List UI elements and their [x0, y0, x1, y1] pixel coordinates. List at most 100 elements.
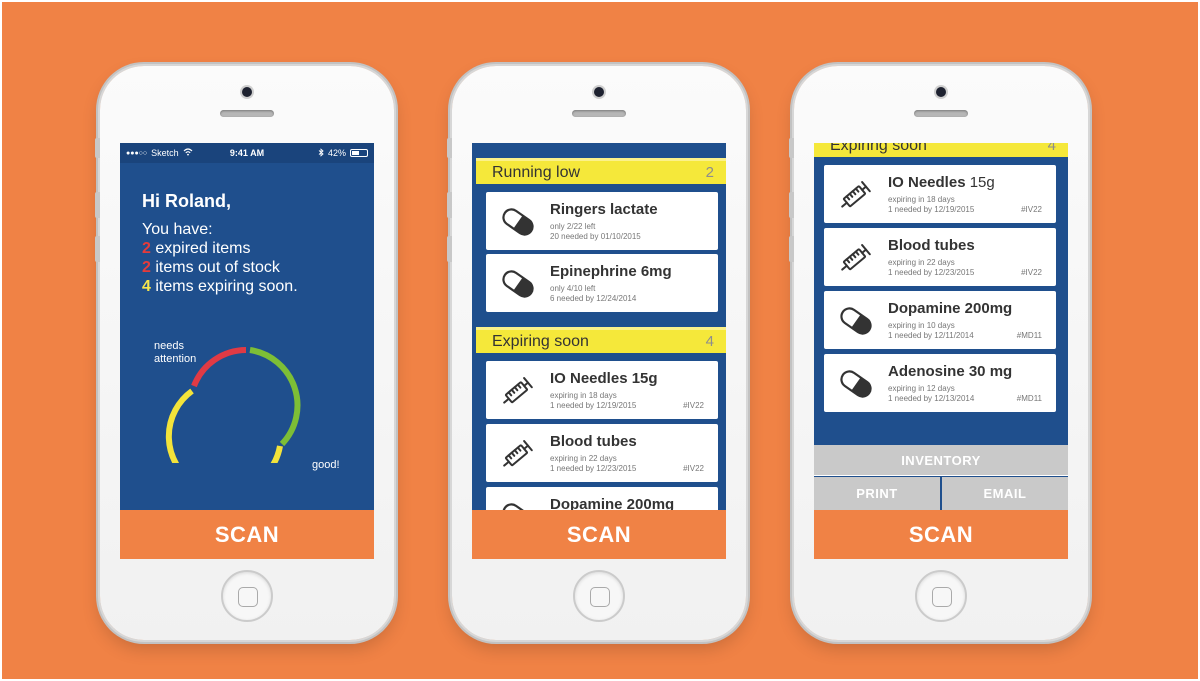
syringe-icon	[499, 440, 533, 471]
item-name: Blood tubes	[550, 433, 637, 450]
running-low-count: 2	[705, 164, 714, 181]
list-item[interactable]: Blood tubes expiring in 22 days 1 needed…	[824, 228, 1056, 286]
dashboard-screen: ●●●○○ Sketch 9:41 AM 42% Hi Roland, You …	[120, 143, 374, 559]
volume-up-button	[95, 192, 100, 218]
syringe-icon	[837, 244, 871, 275]
scan-button[interactable]: SCAN	[472, 510, 726, 559]
pill-icon	[837, 367, 875, 401]
earpiece-speaker	[914, 110, 968, 117]
item-needed: 1 needed by 12/19/2015	[550, 401, 637, 410]
item-name-main: IO Needles	[888, 174, 966, 191]
expiring-soon-count: 4	[1047, 143, 1056, 154]
list-item[interactable]: Epinephrine 6mg only 4/10 left 6 needed …	[486, 254, 718, 312]
item-needed: 1 needed by 12/19/2015	[888, 205, 975, 214]
item-tag: #IV22	[683, 401, 704, 410]
expiring-list-screen[interactable]: Expiring soon 4 IO Needles 15g expiring …	[814, 143, 1068, 559]
item-tag: #MD11	[1016, 394, 1042, 403]
print-button[interactable]: PRINT	[814, 477, 940, 510]
needs-attention-label-line2: attention	[154, 353, 197, 365]
expiring-soon-title: Expiring soon	[492, 332, 589, 350]
list-item[interactable]: Ringers lactate only 2/22 left 20 needed…	[486, 192, 718, 250]
earpiece-speaker	[572, 110, 626, 117]
good-label: good!	[312, 459, 340, 471]
item-needed: 1 needed by 12/13/2014	[888, 394, 975, 403]
volume-down-button	[789, 236, 794, 262]
item-tag: #MD11	[1016, 331, 1042, 340]
expiring-soon-header: Expiring soon 4	[814, 143, 1068, 157]
item-name: Dopamine 200mg	[888, 300, 1013, 317]
item-name: IO Needles 15g	[888, 174, 995, 191]
volume-down-button	[95, 236, 100, 262]
pill-icon	[499, 205, 537, 239]
running-low-header: Running low 2	[476, 158, 726, 184]
out-of-stock-text: items out of stock	[155, 259, 280, 276]
list-item[interactable]: Adenosine 30 mg expiring in 12 days 1 ne…	[824, 354, 1056, 412]
expiring-soon-header: Expiring soon 4	[476, 327, 726, 353]
item-detail: expiring in 18 days	[550, 391, 617, 400]
front-camera	[242, 87, 252, 97]
home-button	[221, 570, 273, 622]
running-low-title: Running low	[492, 163, 581, 181]
ring-segment-good	[249, 347, 301, 447]
mute-switch	[789, 138, 794, 158]
item-needed: 1 needed by 12/23/2015	[888, 268, 975, 277]
item-detail: expiring in 22 days	[550, 454, 617, 463]
item-name: IO Needles 15g	[550, 370, 658, 387]
ring-segment-needs-attention	[191, 347, 247, 388]
item-name: Adenosine 30 mg	[888, 363, 1013, 380]
needs-attention-label-line1: needs	[154, 340, 184, 352]
list-item[interactable]: Blood tubes expiring in 22 days 1 needed…	[486, 424, 718, 482]
status-time: 9:41 AM	[229, 148, 265, 158]
status-bar: ●●●○○ Sketch 9:41 AM 42%	[120, 143, 374, 163]
home-button	[573, 570, 625, 622]
item-needed: 1 needed by 12/11/2014	[888, 331, 974, 340]
list-item[interactable]: IO Needles 15g expiring in 18 days 1 nee…	[824, 165, 1056, 223]
item-name: Epinephrine 6mg	[550, 263, 672, 280]
item-detail: expiring in 10 days	[888, 321, 955, 330]
scan-button[interactable]: SCAN	[120, 510, 374, 559]
needs-attention-label: needs attention	[154, 340, 196, 366]
inventory-button[interactable]: INVENTORY	[814, 445, 1068, 476]
front-camera	[594, 87, 604, 97]
item-needed: 20 needed by 01/10/2015	[550, 232, 641, 241]
battery-icon	[350, 149, 368, 157]
scan-button[interactable]: SCAN	[814, 510, 1068, 559]
item-tag: #IV22	[1021, 268, 1042, 277]
item-name-size: 15g	[969, 174, 995, 191]
pill-icon	[499, 267, 537, 301]
volume-down-button	[447, 236, 452, 262]
item-needed: 1 needed by 12/23/2015	[550, 464, 637, 473]
list-item[interactable]: IO Needles 15g expiring in 18 days 1 nee…	[486, 361, 718, 419]
item-detail: expiring in 22 days	[888, 258, 955, 267]
stock-list-screen[interactable]: Running low 2 Ringers lactate only 2/22 …	[472, 143, 726, 559]
summary-expired[interactable]: 2 expired items	[142, 239, 298, 258]
email-button[interactable]: EMAIL	[942, 477, 1068, 510]
item-name: Blood tubes	[888, 237, 975, 254]
summary-expiring[interactable]: 4 items expiring soon.	[142, 277, 298, 296]
syringe-icon	[499, 377, 533, 408]
expired-text: expired items	[155, 240, 251, 257]
summary-intro: You have:	[142, 221, 213, 238]
ring-segment-warning	[165, 388, 283, 463]
expiring-text: items expiring soon.	[155, 278, 298, 295]
summary-out-of-stock[interactable]: 2 items out of stock	[142, 258, 298, 277]
front-camera	[936, 87, 946, 97]
item-tag: #IV22	[1021, 205, 1042, 214]
volume-up-button	[447, 192, 452, 218]
phone-2: Running low 2 Ringers lactate only 2/22 …	[447, 66, 746, 640]
volume-up-button	[789, 192, 794, 218]
earpiece-speaker	[220, 110, 274, 117]
expired-count: 2	[142, 240, 151, 257]
mute-switch	[95, 138, 100, 158]
item-detail: expiring in 18 days	[888, 195, 955, 204]
alert-summary: You have: 2 expired items 2 items out of…	[142, 220, 298, 296]
home-button	[915, 570, 967, 622]
item-tag: #IV22	[683, 464, 704, 473]
list-item[interactable]: Dopamine 200mg expiring in 10 days 1 nee…	[824, 291, 1056, 349]
expiring-soon-title: Expiring soon	[830, 143, 927, 154]
mute-switch	[447, 138, 452, 158]
phone-1: ●●●○○ Sketch 9:41 AM 42% Hi Roland, You …	[95, 66, 394, 640]
syringe-icon	[837, 181, 871, 212]
item-detail: only 4/10 left	[550, 284, 596, 293]
out-of-stock-count: 2	[142, 259, 151, 276]
